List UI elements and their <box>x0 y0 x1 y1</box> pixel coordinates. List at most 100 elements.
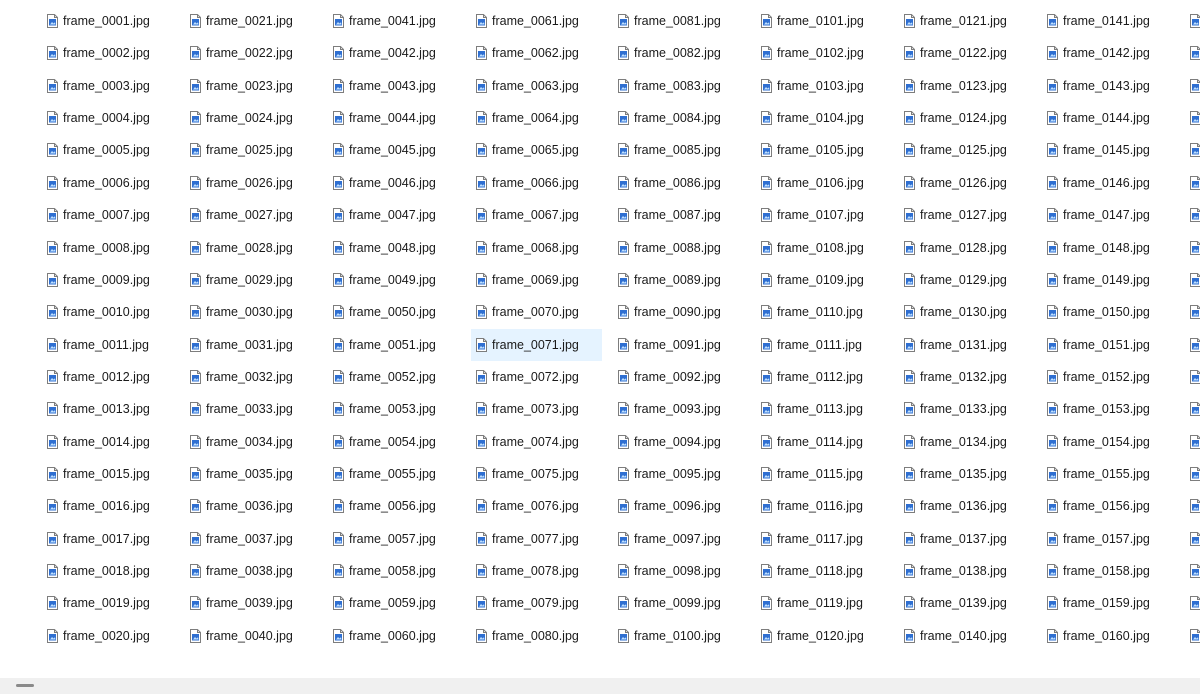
file-item[interactable] <box>1186 297 1200 327</box>
file-item[interactable]: frame_0015.jpg <box>43 459 172 489</box>
file-item[interactable]: frame_0158.jpg <box>1043 556 1172 586</box>
file-item[interactable] <box>1186 427 1200 457</box>
file-item[interactable]: frame_0071.jpg <box>471 328 602 361</box>
horizontal-scrollbar[interactable] <box>0 678 1200 694</box>
file-item[interactable]: frame_0102.jpg <box>757 38 886 68</box>
file-item[interactable]: frame_0050.jpg <box>329 297 458 327</box>
file-item[interactable]: frame_0002.jpg <box>43 38 172 68</box>
file-item[interactable] <box>1186 394 1200 424</box>
file-item[interactable]: frame_0009.jpg <box>43 265 172 295</box>
file-item[interactable]: frame_0074.jpg <box>472 427 601 457</box>
file-item[interactable] <box>1186 6 1200 36</box>
file-item[interactable]: frame_0004.jpg <box>43 103 172 133</box>
file-item[interactable]: frame_0149.jpg <box>1043 265 1172 295</box>
file-item[interactable]: frame_0070.jpg <box>472 297 601 327</box>
file-item[interactable]: frame_0142.jpg <box>1043 38 1172 68</box>
file-item[interactable]: frame_0040.jpg <box>186 621 315 651</box>
file-item[interactable]: frame_0152.jpg <box>1043 362 1172 392</box>
file-item[interactable]: frame_0038.jpg <box>186 556 315 586</box>
file-item[interactable]: frame_0017.jpg <box>43 524 172 554</box>
file-item[interactable]: frame_0126.jpg <box>900 168 1029 198</box>
file-item[interactable]: frame_0143.jpg <box>1043 71 1172 101</box>
file-item[interactable]: frame_0042.jpg <box>329 38 458 68</box>
file-item[interactable]: frame_0003.jpg <box>43 71 172 101</box>
file-item[interactable] <box>1186 556 1200 586</box>
file-item[interactable] <box>1186 168 1200 198</box>
file-item[interactable]: frame_0018.jpg <box>43 556 172 586</box>
file-item[interactable] <box>1186 135 1200 165</box>
file-item[interactable] <box>1186 459 1200 489</box>
file-item[interactable] <box>1186 103 1200 133</box>
file-item[interactable]: frame_0121.jpg <box>900 6 1029 36</box>
file-item[interactable]: frame_0147.jpg <box>1043 200 1172 230</box>
file-item[interactable]: frame_0008.jpg <box>43 233 172 263</box>
file-item[interactable]: frame_0012.jpg <box>43 362 172 392</box>
file-item[interactable] <box>1186 621 1200 651</box>
file-item[interactable]: frame_0058.jpg <box>329 556 458 586</box>
file-item[interactable]: frame_0073.jpg <box>472 394 601 424</box>
file-item[interactable]: frame_0114.jpg <box>757 427 886 457</box>
file-item[interactable]: frame_0119.jpg <box>757 588 886 618</box>
file-item[interactable]: frame_0047.jpg <box>329 200 458 230</box>
file-item[interactable]: frame_0013.jpg <box>43 394 172 424</box>
file-item[interactable]: frame_0087.jpg <box>614 200 743 230</box>
file-item[interactable]: frame_0023.jpg <box>186 71 315 101</box>
file-item[interactable]: frame_0062.jpg <box>472 38 601 68</box>
file-item[interactable]: frame_0139.jpg <box>900 588 1029 618</box>
file-item[interactable]: frame_0132.jpg <box>900 362 1029 392</box>
file-item[interactable]: frame_0030.jpg <box>186 297 315 327</box>
file-item[interactable]: frame_0005.jpg <box>43 135 172 165</box>
file-item[interactable]: frame_0155.jpg <box>1043 459 1172 489</box>
file-item[interactable]: frame_0127.jpg <box>900 200 1029 230</box>
file-item[interactable]: frame_0085.jpg <box>614 135 743 165</box>
file-item[interactable]: frame_0123.jpg <box>900 71 1029 101</box>
file-item[interactable]: frame_0118.jpg <box>757 556 886 586</box>
file-item[interactable]: frame_0138.jpg <box>900 556 1029 586</box>
file-item[interactable]: frame_0146.jpg <box>1043 168 1172 198</box>
file-item[interactable]: frame_0020.jpg <box>43 621 172 651</box>
file-item[interactable]: frame_0084.jpg <box>614 103 743 133</box>
file-item[interactable]: frame_0066.jpg <box>472 168 601 198</box>
file-item[interactable]: frame_0069.jpg <box>472 265 601 295</box>
file-item[interactable]: frame_0029.jpg <box>186 265 315 295</box>
file-item[interactable]: frame_0072.jpg <box>472 362 601 392</box>
file-item[interactable]: frame_0106.jpg <box>757 168 886 198</box>
file-item[interactable]: frame_0110.jpg <box>757 297 886 327</box>
file-item[interactable]: frame_0052.jpg <box>329 362 458 392</box>
file-item[interactable]: frame_0051.jpg <box>329 330 458 360</box>
file-item[interactable]: frame_0109.jpg <box>757 265 886 295</box>
file-item[interactable]: frame_0043.jpg <box>329 71 458 101</box>
file-item[interactable]: frame_0007.jpg <box>43 200 172 230</box>
file-item[interactable]: frame_0035.jpg <box>186 459 315 489</box>
file-item[interactable]: frame_0027.jpg <box>186 200 315 230</box>
file-item[interactable]: frame_0144.jpg <box>1043 103 1172 133</box>
file-item[interactable]: frame_0089.jpg <box>614 265 743 295</box>
file-item[interactable]: frame_0063.jpg <box>472 71 601 101</box>
file-item[interactable] <box>1186 588 1200 618</box>
file-item[interactable]: frame_0048.jpg <box>329 233 458 263</box>
file-item[interactable]: frame_0115.jpg <box>757 459 886 489</box>
file-item[interactable]: frame_0055.jpg <box>329 459 458 489</box>
file-item[interactable]: frame_0116.jpg <box>757 491 886 521</box>
file-item[interactable]: frame_0067.jpg <box>472 200 601 230</box>
file-item[interactable]: frame_0068.jpg <box>472 233 601 263</box>
file-item[interactable]: frame_0065.jpg <box>472 135 601 165</box>
scrollbar-thumb[interactable] <box>16 684 34 687</box>
file-item[interactable]: frame_0082.jpg <box>614 38 743 68</box>
file-item[interactable]: frame_0032.jpg <box>186 362 315 392</box>
file-item[interactable]: frame_0041.jpg <box>329 6 458 36</box>
file-item[interactable]: frame_0128.jpg <box>900 233 1029 263</box>
file-item[interactable]: frame_0159.jpg <box>1043 588 1172 618</box>
file-item[interactable]: frame_0034.jpg <box>186 427 315 457</box>
file-item[interactable]: frame_0028.jpg <box>186 233 315 263</box>
file-item[interactable]: frame_0036.jpg <box>186 491 315 521</box>
file-item[interactable]: frame_0031.jpg <box>186 330 315 360</box>
file-item[interactable] <box>1186 524 1200 554</box>
file-item[interactable]: frame_0086.jpg <box>614 168 743 198</box>
file-item[interactable]: frame_0151.jpg <box>1043 330 1172 360</box>
file-item[interactable]: frame_0145.jpg <box>1043 135 1172 165</box>
file-item[interactable]: frame_0088.jpg <box>614 233 743 263</box>
file-item[interactable]: frame_0045.jpg <box>329 135 458 165</box>
file-item[interactable]: frame_0153.jpg <box>1043 394 1172 424</box>
file-item[interactable]: frame_0131.jpg <box>900 330 1029 360</box>
